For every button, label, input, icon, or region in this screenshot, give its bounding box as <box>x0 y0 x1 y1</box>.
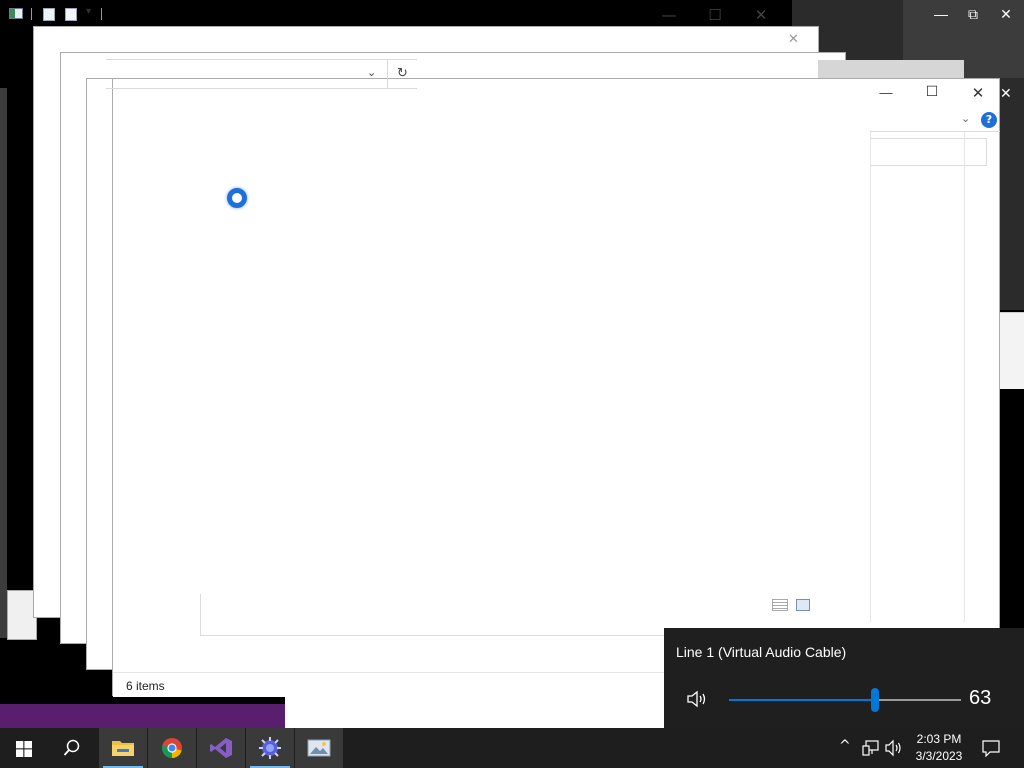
background-window-view-icons[interactable] <box>772 599 812 613</box>
background-window-4-help-icon[interactable]: ? <box>981 112 997 128</box>
loading-spinner-icon <box>227 188 247 208</box>
details-view-icon[interactable] <box>772 599 788 611</box>
maximize-button[interactable]: ☐ <box>692 0 738 30</box>
background-window-2-header <box>818 60 964 78</box>
taskbar-app-4[interactable] <box>246 728 294 768</box>
taskbar-chrome[interactable] <box>148 728 196 768</box>
properties-quick-access-icon[interactable] <box>43 8 55 21</box>
volume-level: 63 <box>969 687 992 709</box>
windows-logo-icon <box>16 741 32 757</box>
address-bar[interactable]: ⌄ ↻ <box>106 59 417 89</box>
volume-slider-thumb[interactable] <box>871 688 880 712</box>
new-folder-quick-access-icon[interactable] <box>65 8 77 21</box>
background-window-4-ribbon-line <box>870 131 1000 132</box>
minimize-button[interactable]: — <box>646 0 692 30</box>
title-separator-2 <box>101 8 102 20</box>
folder-icon <box>112 741 134 756</box>
background-window-4-close-outside[interactable]: ✕ <box>1000 86 1012 102</box>
gear-ball-icon <box>259 737 281 759</box>
address-dropdown-icon[interactable]: ⌄ <box>367 66 381 80</box>
purple-window-strip <box>0 704 285 728</box>
background-window-inner-pane <box>200 594 201 636</box>
window-title: File Explorer <box>109 7 177 21</box>
background-window-1-close[interactable]: ✕ <box>788 32 799 47</box>
close-button[interactable]: ✕ <box>738 0 784 30</box>
start-button[interactable] <box>0 728 48 768</box>
background-window-4-search-box[interactable] <box>870 138 987 166</box>
show-hidden-icons-chevron[interactable]: ^ <box>839 738 851 754</box>
clock-time: 2:03 PM <box>916 732 962 746</box>
status-bar: 6 items <box>113 672 664 697</box>
status-bar-lower <box>285 696 664 728</box>
chrome-icon <box>162 738 182 758</box>
taskbar-visual-studio[interactable] <box>197 728 245 768</box>
right-edge-window-panel <box>1000 312 1024 389</box>
volume-slider[interactable] <box>729 688 961 712</box>
clock[interactable]: 2:03 PM 3/3/2023 <box>908 731 970 767</box>
image-viewer-icon <box>307 739 331 757</box>
dark-strip-above-purple <box>0 696 113 704</box>
background-window-4-close[interactable]: ✕ <box>966 84 990 102</box>
taskbar-file-explorer[interactable] <box>99 728 147 768</box>
audio-device-name[interactable]: Line 1 (Virtual Audio Cable) <box>676 644 846 660</box>
action-center-icon[interactable] <box>982 740 1000 757</box>
explorer-app-icon <box>9 8 23 19</box>
network-icon[interactable] <box>862 740 880 756</box>
search-icon <box>63 739 80 756</box>
taskbar: ^ 2:03 PM 3/3/2023 <box>0 728 1024 768</box>
volume-slider-fill <box>729 699 876 701</box>
title-separator <box>31 8 32 20</box>
background-window-4 <box>112 78 1000 696</box>
speaker-icon[interactable] <box>686 689 710 709</box>
taskbar-app-5[interactable] <box>295 728 343 768</box>
visual-studio-icon <box>210 738 232 758</box>
left-edge-strip <box>0 88 7 638</box>
volume-tray-icon[interactable] <box>885 739 903 757</box>
background-window-4-dropdown-icon[interactable]: ⌄ <box>961 112 970 125</box>
background-window-4-pane-divider <box>870 132 871 622</box>
large-icons-view-icon[interactable] <box>796 599 810 611</box>
clock-date: 3/3/2023 <box>915 749 963 763</box>
background-window-4-maximize[interactable]: ☐ <box>920 84 944 100</box>
status-item-count: 6 items <box>126 679 165 693</box>
customize-quick-access-dropdown-icon[interactable]: ▾ <box>86 6 91 17</box>
background-window-inner-pane-bottom <box>200 635 664 636</box>
search-button[interactable] <box>48 728 96 768</box>
background-window-4-pane-divider-2 <box>964 132 965 622</box>
volume-flyout[interactable]: Line 1 (Virtual Audio Cable) 63 <box>664 628 1024 728</box>
title-bar[interactable]: ▾ File Explorer — ☐ ✕ <box>0 0 1024 30</box>
background-window-4-minimize[interactable]: — <box>874 85 898 100</box>
refresh-button[interactable]: ↻ <box>387 60 417 88</box>
